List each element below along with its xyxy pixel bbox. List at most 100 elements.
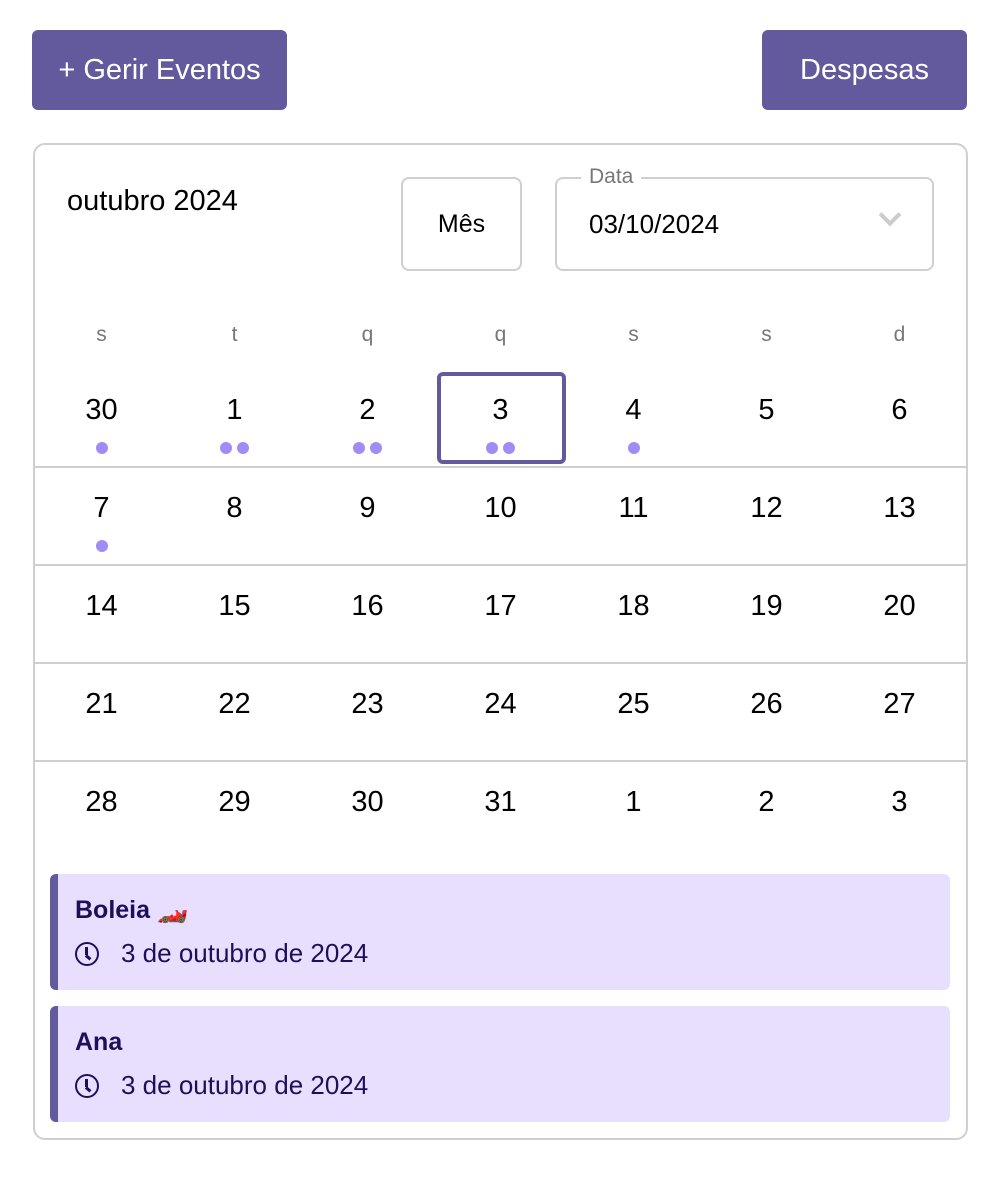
day-number: 11 xyxy=(618,492,649,524)
event-dot-icon xyxy=(503,442,515,454)
day-cell[interactable]: 6 xyxy=(833,370,966,466)
day-cell[interactable]: 8 xyxy=(168,468,301,564)
date-field-label: Data xyxy=(581,165,642,189)
event-indicators xyxy=(567,442,700,454)
day-cell[interactable]: 20 xyxy=(833,566,966,662)
day-number: 29 xyxy=(218,786,251,818)
weekday-label: q xyxy=(361,323,374,346)
day-number: 31 xyxy=(484,786,517,818)
day-number: 19 xyxy=(750,590,783,622)
day-cell[interactable]: 1 xyxy=(168,370,301,466)
day-cell[interactable]: 9 xyxy=(301,468,434,564)
event-indicators xyxy=(168,442,301,454)
day-number: 4 xyxy=(625,394,642,426)
day-number: 18 xyxy=(617,590,650,622)
day-cell[interactable]: 14 xyxy=(35,566,168,662)
week-row: 14 15 16 17 18 19 20 xyxy=(35,566,966,664)
day-cell-selected[interactable]: 3 xyxy=(434,370,567,466)
day-cell[interactable]: 26 xyxy=(700,664,833,760)
weekday-label: s xyxy=(96,323,107,346)
day-cell[interactable]: 18 xyxy=(567,566,700,662)
day-cell[interactable]: 1 xyxy=(567,762,700,860)
day-cell[interactable]: 19 xyxy=(700,566,833,662)
event-indicators xyxy=(301,442,434,454)
day-cell[interactable]: 30 xyxy=(301,762,434,860)
day-number: 26 xyxy=(750,688,783,720)
day-number: 1 xyxy=(625,786,642,818)
day-cell[interactable]: 16 xyxy=(301,566,434,662)
expenses-button[interactable]: Despesas xyxy=(762,30,967,110)
day-cell[interactable]: 15 xyxy=(168,566,301,662)
event-indicators xyxy=(35,540,168,552)
day-cell[interactable]: 29 xyxy=(168,762,301,860)
month-grid: 30 1 2 3 4 5 6 7 8 9 10 11 12 13 14 15 16 17 18 19 20 21 22 23 2… xyxy=(35,370,966,860)
weekday-label: q xyxy=(494,323,507,346)
day-number: 2 xyxy=(359,394,376,426)
day-cell[interactable]: 11 xyxy=(567,468,700,564)
day-number: 21 xyxy=(85,688,118,720)
day-cell[interactable]: 3 xyxy=(833,762,966,860)
day-cell[interactable]: 2 xyxy=(700,762,833,860)
day-number: 6 xyxy=(891,394,908,426)
event-dot-icon xyxy=(95,540,108,552)
day-number: 10 xyxy=(484,492,517,524)
day-number: 5 xyxy=(758,394,775,426)
day-cell[interactable]: 25 xyxy=(567,664,700,760)
day-number: 25 xyxy=(617,688,650,720)
day-cell[interactable]: 2 xyxy=(301,370,434,466)
day-cell[interactable]: 24 xyxy=(434,664,567,760)
event-dot-icon xyxy=(353,442,365,454)
date-picker-field[interactable]: Data 03/10/2024 xyxy=(555,165,934,271)
day-cell[interactable]: 27 xyxy=(833,664,966,760)
day-cell[interactable]: 12 xyxy=(700,468,833,564)
event-dot-icon xyxy=(237,442,249,454)
day-cell[interactable]: 31 xyxy=(434,762,567,860)
event-indicators xyxy=(35,442,168,454)
day-number: 15 xyxy=(218,590,251,622)
day-number: 28 xyxy=(85,786,118,818)
day-cell[interactable]: 30 xyxy=(35,370,168,466)
event-card[interactable]: Ana 3 de outubro de 2024 xyxy=(50,1006,950,1122)
event-date: 3 de outubro de 2024 xyxy=(121,1070,369,1100)
weekday-label: d xyxy=(893,323,906,346)
clock-icon xyxy=(75,1073,99,1098)
weekday-label: s xyxy=(761,323,772,346)
day-number: 27 xyxy=(883,688,916,720)
day-number: 17 xyxy=(484,590,517,622)
day-cell[interactable]: 21 xyxy=(35,664,168,760)
view-mode-button[interactable]: Mês xyxy=(401,177,522,271)
day-number: 30 xyxy=(85,394,118,426)
day-cell[interactable]: 4 xyxy=(567,370,700,466)
day-number: 3 xyxy=(492,394,509,426)
week-row: 21 22 23 24 25 26 27 xyxy=(35,664,966,762)
manage-events-button[interactable]: + Gerir Eventos xyxy=(32,30,287,110)
day-number: 16 xyxy=(351,590,384,622)
day-cell[interactable]: 7 xyxy=(35,468,168,564)
event-card[interactable]: Boleia 🏎️ 3 de outubro de 2024 xyxy=(50,874,950,990)
event-indicators xyxy=(434,442,567,454)
day-cell[interactable]: 17 xyxy=(434,566,567,662)
chevron-down-icon[interactable] xyxy=(878,203,902,227)
day-number: 13 xyxy=(883,492,916,524)
event-name: Boleia 🏎️ xyxy=(75,896,189,924)
month-title: outubro 2024 xyxy=(67,185,238,217)
weekday-label: s xyxy=(628,323,639,346)
week-row: 28 29 30 31 1 2 3 xyxy=(35,762,966,860)
day-cell[interactable]: 13 xyxy=(833,468,966,564)
week-row: 30 1 2 3 4 5 6 xyxy=(35,370,966,468)
day-number: 12 xyxy=(750,492,783,524)
day-cell[interactable]: 23 xyxy=(301,664,434,760)
event-dot-icon xyxy=(486,442,498,454)
day-cell[interactable]: 28 xyxy=(35,762,168,860)
event-dot-icon xyxy=(627,442,640,454)
day-number: 1 xyxy=(226,394,243,426)
day-number: 9 xyxy=(359,492,376,524)
event-date: 3 de outubro de 2024 xyxy=(121,938,369,968)
event-dot-icon xyxy=(95,442,108,454)
day-cell[interactable]: 5 xyxy=(700,370,833,466)
day-number: 30 xyxy=(351,786,384,818)
day-cell[interactable]: 10 xyxy=(434,468,567,564)
day-number: 23 xyxy=(351,688,384,720)
day-number: 24 xyxy=(484,688,517,720)
day-cell[interactable]: 22 xyxy=(168,664,301,760)
